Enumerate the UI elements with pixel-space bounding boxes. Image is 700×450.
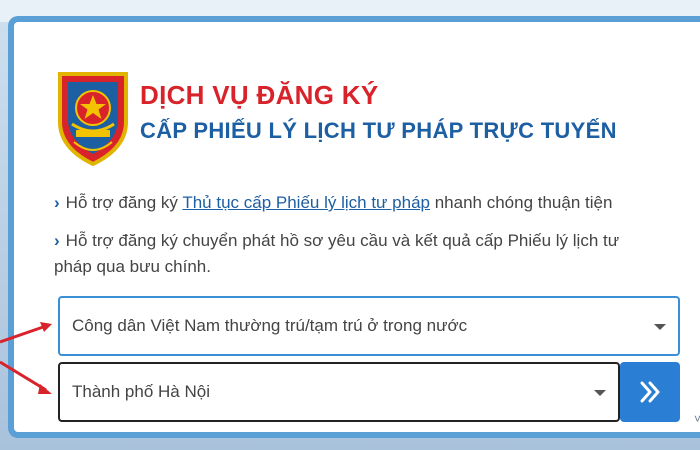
red-arrow-icon	[0, 322, 52, 344]
annotation-arrows	[0, 322, 52, 394]
red-arrow-icon	[0, 360, 52, 394]
